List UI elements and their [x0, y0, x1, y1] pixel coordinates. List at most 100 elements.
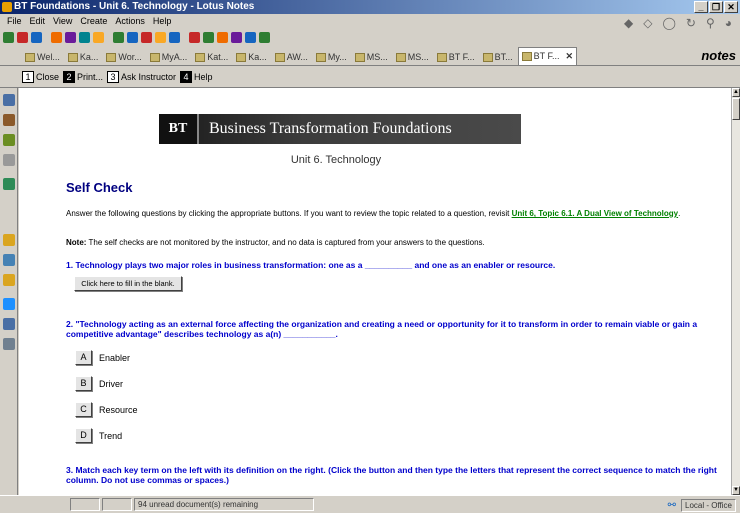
- tab-document-icon: [436, 52, 447, 62]
- tab-document-icon: [274, 52, 285, 62]
- toolbar: [0, 28, 740, 46]
- option-b: B Driver: [75, 376, 123, 391]
- close-action-button[interactable]: 1 Close: [22, 70, 59, 83]
- toolbar-icon[interactable]: [259, 31, 270, 43]
- option-a-button[interactable]: A: [75, 350, 92, 365]
- toolbar-icon[interactable]: [217, 31, 228, 43]
- minimize-button[interactable]: _: [694, 1, 708, 13]
- toolbar-icon[interactable]: [65, 31, 76, 43]
- scroll-up-icon[interactable]: ▲: [732, 88, 740, 97]
- menu-view[interactable]: View: [49, 14, 76, 28]
- tab-document-icon: [106, 52, 117, 62]
- menu-help[interactable]: Help: [149, 14, 176, 28]
- lotus-notes-icon: [2, 2, 12, 12]
- option-c-button[interactable]: C: [75, 402, 92, 417]
- toolbar-icon[interactable]: [113, 31, 124, 43]
- fill-blank-button[interactable]: Click here to fill in the blank.: [74, 276, 182, 291]
- toolbar-icon[interactable]: [3, 31, 14, 43]
- unread-status[interactable]: 94 unread document(s) remaining: [134, 498, 314, 511]
- hotkey-3-badge: 3: [107, 70, 120, 83]
- tab-document-icon: [482, 52, 493, 62]
- option-a: A Enabler: [75, 350, 130, 365]
- tab-label: MS...: [407, 51, 429, 62]
- option-b-button[interactable]: B: [75, 376, 92, 391]
- tab-label: BT F...: [533, 51, 560, 61]
- menu-create[interactable]: Create: [76, 14, 111, 28]
- toolbar-icon[interactable]: [51, 31, 62, 43]
- window-tab[interactable]: BT F... ✕: [517, 47, 578, 65]
- bookmark-icon[interactable]: [3, 254, 15, 266]
- status-bar: 94 unread document(s) remaining ⚯ Local …: [0, 495, 740, 513]
- restore-button[interactable]: ❐: [709, 1, 723, 13]
- option-d: D Trend: [75, 428, 122, 443]
- tab-document-icon: [67, 52, 78, 62]
- toolbar-icon[interactable]: [231, 31, 242, 43]
- ask-instructor-button[interactable]: 3 Ask Instructor: [107, 70, 176, 83]
- window-tab[interactable]: Ka...: [233, 49, 270, 65]
- option-c: C Resource: [75, 402, 138, 417]
- window-tab[interactable]: Wor...: [103, 49, 144, 65]
- option-d-button[interactable]: D: [75, 428, 92, 443]
- toolbar-icon[interactable]: [127, 31, 138, 43]
- toolbar-icon[interactable]: [17, 31, 28, 43]
- toolbar-icon[interactable]: [31, 31, 42, 43]
- window-tab[interactable]: AW...: [272, 49, 311, 65]
- scroll-thumb[interactable]: [732, 98, 740, 120]
- toolbar-icon[interactable]: [169, 31, 180, 43]
- help-action-button[interactable]: 4 Help: [180, 70, 213, 83]
- window-tab[interactable]: Wel...: [22, 49, 63, 65]
- bookmark-icon[interactable]: [3, 234, 15, 246]
- action-bar: 1 Close 2 Print... 3 Ask Instructor 4 He…: [0, 66, 740, 88]
- menu-edit[interactable]: Edit: [26, 14, 50, 28]
- print-action-label: Print...: [77, 71, 104, 82]
- tab-document-icon: [149, 52, 160, 62]
- toolbar-icon[interactable]: [93, 31, 104, 43]
- note-text: The self checks are not monitored by the…: [86, 238, 485, 247]
- question-3: 3. Match each key term on the left with …: [66, 465, 717, 485]
- tab-label: BT...: [494, 51, 513, 62]
- window-tab[interactable]: BT F...: [434, 49, 478, 65]
- tab-label: Kat...: [207, 51, 229, 62]
- print-action-button[interactable]: 2 Print...: [63, 70, 104, 83]
- intro-paragraph: Answer the following questions by clicki…: [66, 209, 726, 219]
- menu-file[interactable]: File: [3, 14, 26, 28]
- bookmark-icon[interactable]: [3, 134, 15, 146]
- help-action-label: Help: [194, 71, 213, 82]
- tab-close-icon[interactable]: ✕: [566, 49, 574, 64]
- bookmark-icon[interactable]: [3, 114, 15, 126]
- bookmark-icon[interactable]: [3, 154, 15, 166]
- status-cell-2[interactable]: [102, 498, 132, 511]
- window-tab[interactable]: My...: [313, 49, 350, 65]
- notes-logo: notes: [701, 48, 736, 63]
- scroll-down-icon[interactable]: ▼: [732, 486, 740, 495]
- hotkey-2-badge: 2: [63, 70, 76, 83]
- window-tab[interactable]: Kat...: [192, 49, 231, 65]
- window-tab[interactable]: MyA...: [147, 49, 191, 65]
- toolbar-icon[interactable]: [203, 31, 214, 43]
- window-tab[interactable]: BT...: [480, 49, 516, 65]
- bookmark-icon[interactable]: [3, 178, 15, 190]
- bookmark-icon[interactable]: [3, 338, 15, 350]
- toolbar-icon[interactable]: [245, 31, 256, 43]
- status-cell-1[interactable]: [70, 498, 100, 511]
- tab-document-icon: [354, 52, 365, 62]
- toolbar-icon[interactable]: [189, 31, 200, 43]
- vertical-scrollbar[interactable]: ▲ ▼: [731, 88, 740, 495]
- bookmark-sidebar: [0, 88, 18, 495]
- note-label: Note:: [66, 238, 87, 247]
- bookmark-icon[interactable]: [3, 94, 15, 106]
- toolbar-icon[interactable]: [79, 31, 90, 43]
- close-button[interactable]: ✕: [724, 1, 738, 13]
- toolbar-icon[interactable]: [141, 31, 152, 43]
- tab-label: BT F...: [448, 51, 475, 62]
- bookmark-icon[interactable]: [3, 274, 15, 286]
- window-tab[interactable]: Ka...: [65, 49, 102, 65]
- window-tab[interactable]: MS...: [352, 49, 391, 65]
- location-selector[interactable]: Local - Office: [681, 499, 736, 512]
- bookmark-icon[interactable]: [3, 318, 15, 330]
- toolbar-icon[interactable]: [155, 31, 166, 43]
- topic-link[interactable]: Unit 6, Topic 6.1. A Dual View of Techno…: [512, 209, 679, 218]
- window-tab[interactable]: MS...: [393, 49, 432, 65]
- bookmark-icon[interactable]: [3, 298, 15, 310]
- menu-actions[interactable]: Actions: [111, 14, 149, 28]
